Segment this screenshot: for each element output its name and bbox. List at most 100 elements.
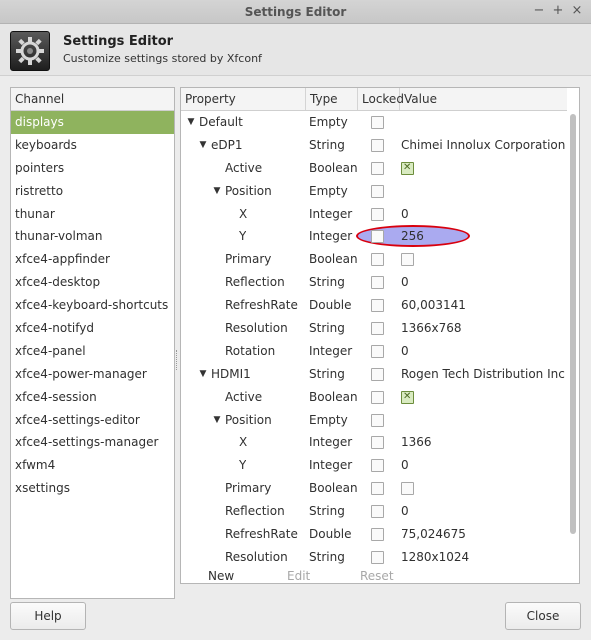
reset-button[interactable]: Reset <box>360 569 394 583</box>
property-value[interactable]: Rogen Tech Distribution Inc 17" <box>401 363 567 386</box>
channel-item[interactable]: displays <box>11 111 174 134</box>
property-value[interactable]: 75,024675 <box>401 523 567 546</box>
property-row[interactable]: Y Integer 256 <box>181 225 567 248</box>
property-scrollbar[interactable] <box>568 112 578 582</box>
window-titlebar[interactable]: Settings Editor − + × <box>0 0 591 24</box>
expander-down-icon[interactable]: ▼ <box>211 180 223 203</box>
help-button[interactable]: Help <box>10 602 86 630</box>
property-row[interactable]: Y Integer 0 <box>181 454 567 477</box>
property-row[interactable]: ▼ HDMI1 String Rogen Tech Distribution Inc … <box>181 363 567 386</box>
locked-checkbox[interactable] <box>371 482 384 496</box>
channel-item[interactable]: xfce4-desktop <box>11 271 174 294</box>
column-header-value[interactable]: Value <box>400 88 567 110</box>
value-checkbox[interactable] <box>401 389 414 405</box>
property-row[interactable]: ▼ Default Empty <box>181 111 567 134</box>
property-value[interactable] <box>401 409 567 432</box>
property-row[interactable]: Primary Boolean <box>181 477 567 500</box>
channel-item[interactable]: xfce4-notifyd <box>11 317 174 340</box>
locked-checkbox[interactable] <box>371 207 384 221</box>
channel-item[interactable]: xfce4-appfinder <box>11 248 174 271</box>
channel-item[interactable]: xfwm4 <box>11 454 174 477</box>
channel-item[interactable]: xfce4-keyboard-shortcuts <box>11 294 174 317</box>
locked-checkbox[interactable] <box>371 299 384 313</box>
column-header-type[interactable]: Type <box>306 88 358 110</box>
property-value[interactable]: 60,003141 <box>401 294 567 317</box>
channel-item[interactable]: xfce4-panel <box>11 340 174 363</box>
property-row[interactable]: ▼ Position Empty <box>181 409 567 432</box>
property-value[interactable]: 0 <box>401 271 567 294</box>
locked-checkbox[interactable] <box>371 253 384 267</box>
edit-button[interactable]: Edit <box>287 569 310 583</box>
value-checkbox[interactable] <box>401 482 414 496</box>
property-row[interactable]: Rotation Integer 0 <box>181 340 567 363</box>
property-row[interactable]: Reflection String 0 <box>181 271 567 294</box>
property-row[interactable]: X Integer 1366 <box>181 431 567 454</box>
property-value[interactable]: Chimei Innolux Corporation 15" <box>401 134 567 157</box>
expander-down-icon[interactable]: ▼ <box>197 363 209 386</box>
channel-item[interactable]: thunar <box>11 203 174 226</box>
locked-checkbox[interactable] <box>371 184 384 198</box>
channel-list[interactable]: Channel displays keyboards pointers ristret… <box>10 87 175 599</box>
locked-checkbox[interactable] <box>371 138 384 152</box>
channel-column-header[interactable]: Channel <box>11 88 174 111</box>
property-value[interactable]: 0 <box>401 500 567 523</box>
locked-checkbox[interactable] <box>371 322 384 336</box>
property-value[interactable] <box>401 180 567 203</box>
expander-down-icon[interactable]: ▼ <box>197 134 209 157</box>
channel-item[interactable]: xfce4-settings-manager <box>11 431 174 454</box>
close-icon[interactable]: × <box>569 3 585 19</box>
column-header-property[interactable]: Property <box>181 88 306 110</box>
expander-down-icon[interactable]: ▼ <box>211 409 223 432</box>
value-checkbox[interactable] <box>401 160 414 176</box>
property-row[interactable]: Reflection String 0 <box>181 500 567 523</box>
locked-checkbox[interactable] <box>371 436 384 450</box>
new-button[interactable]: New <box>208 569 234 583</box>
property-value[interactable]: 1280x1024 <box>401 546 567 569</box>
property-row[interactable]: Resolution String 1280x1024 <box>181 546 567 569</box>
locked-checkbox[interactable] <box>371 230 384 244</box>
locked-checkbox[interactable] <box>371 367 384 381</box>
property-row[interactable]: RefreshRate Double 60,003141 <box>181 294 567 317</box>
channel-item[interactable]: keyboards <box>11 134 174 157</box>
property-value[interactable]: 1366x768 <box>401 317 567 340</box>
expander-down-icon[interactable]: ▼ <box>185 111 197 134</box>
locked-checkbox[interactable] <box>371 413 384 427</box>
property-value[interactable]: 256 <box>401 225 567 248</box>
locked-checkbox[interactable] <box>371 390 384 404</box>
locked-checkbox[interactable] <box>371 505 384 519</box>
value-checkbox[interactable] <box>401 253 414 267</box>
pane-splitter[interactable] <box>176 350 178 370</box>
property-row[interactable]: Resolution String 1366x768 <box>181 317 567 340</box>
scrollbar-thumb[interactable] <box>570 114 576 534</box>
property-row[interactable]: ▼eDP1 String Chimei Innolux Corporation 15… <box>181 134 567 157</box>
locked-checkbox[interactable] <box>371 550 384 564</box>
property-value[interactable]: 0 <box>401 454 567 477</box>
channel-item[interactable]: xfce4-settings-editor <box>11 409 174 432</box>
locked-checkbox[interactable] <box>371 344 384 358</box>
locked-checkbox[interactable] <box>371 116 384 129</box>
channel-item[interactable]: xfce4-session <box>11 386 174 409</box>
property-row[interactable]: ▼ Position Empty <box>181 180 567 203</box>
property-value[interactable]: 1366 <box>401 431 567 454</box>
channel-item[interactable]: pointers <box>11 157 174 180</box>
property-tree[interactable]: Property Type Locked Value ▼ Default Empty… <box>180 87 580 584</box>
locked-checkbox[interactable] <box>371 459 384 473</box>
property-row[interactable]: X Integer 0 <box>181 203 567 226</box>
property-row[interactable]: Primary Boolean <box>181 248 567 271</box>
minimize-icon[interactable]: − <box>531 3 547 19</box>
column-header-locked[interactable]: Locked <box>358 88 404 110</box>
property-value[interactable]: 0 <box>401 340 567 363</box>
channel-item[interactable]: thunar-volman <box>11 225 174 248</box>
property-row[interactable]: Active Boolean <box>181 157 567 180</box>
property-row[interactable]: Active Boolean <box>181 386 567 409</box>
property-row[interactable]: RefreshRate Double 75,024675 <box>181 523 567 546</box>
channel-item[interactable]: xfce4-power-manager <box>11 363 174 386</box>
locked-checkbox[interactable] <box>371 528 384 542</box>
maximize-icon[interactable]: + <box>550 3 566 19</box>
locked-checkbox[interactable] <box>371 276 384 290</box>
property-value[interactable]: 0 <box>401 203 567 226</box>
locked-checkbox[interactable] <box>371 161 384 175</box>
close-button[interactable]: Close <box>505 602 581 630</box>
property-value[interactable] <box>401 111 567 134</box>
channel-item[interactable]: ristretto <box>11 180 174 203</box>
